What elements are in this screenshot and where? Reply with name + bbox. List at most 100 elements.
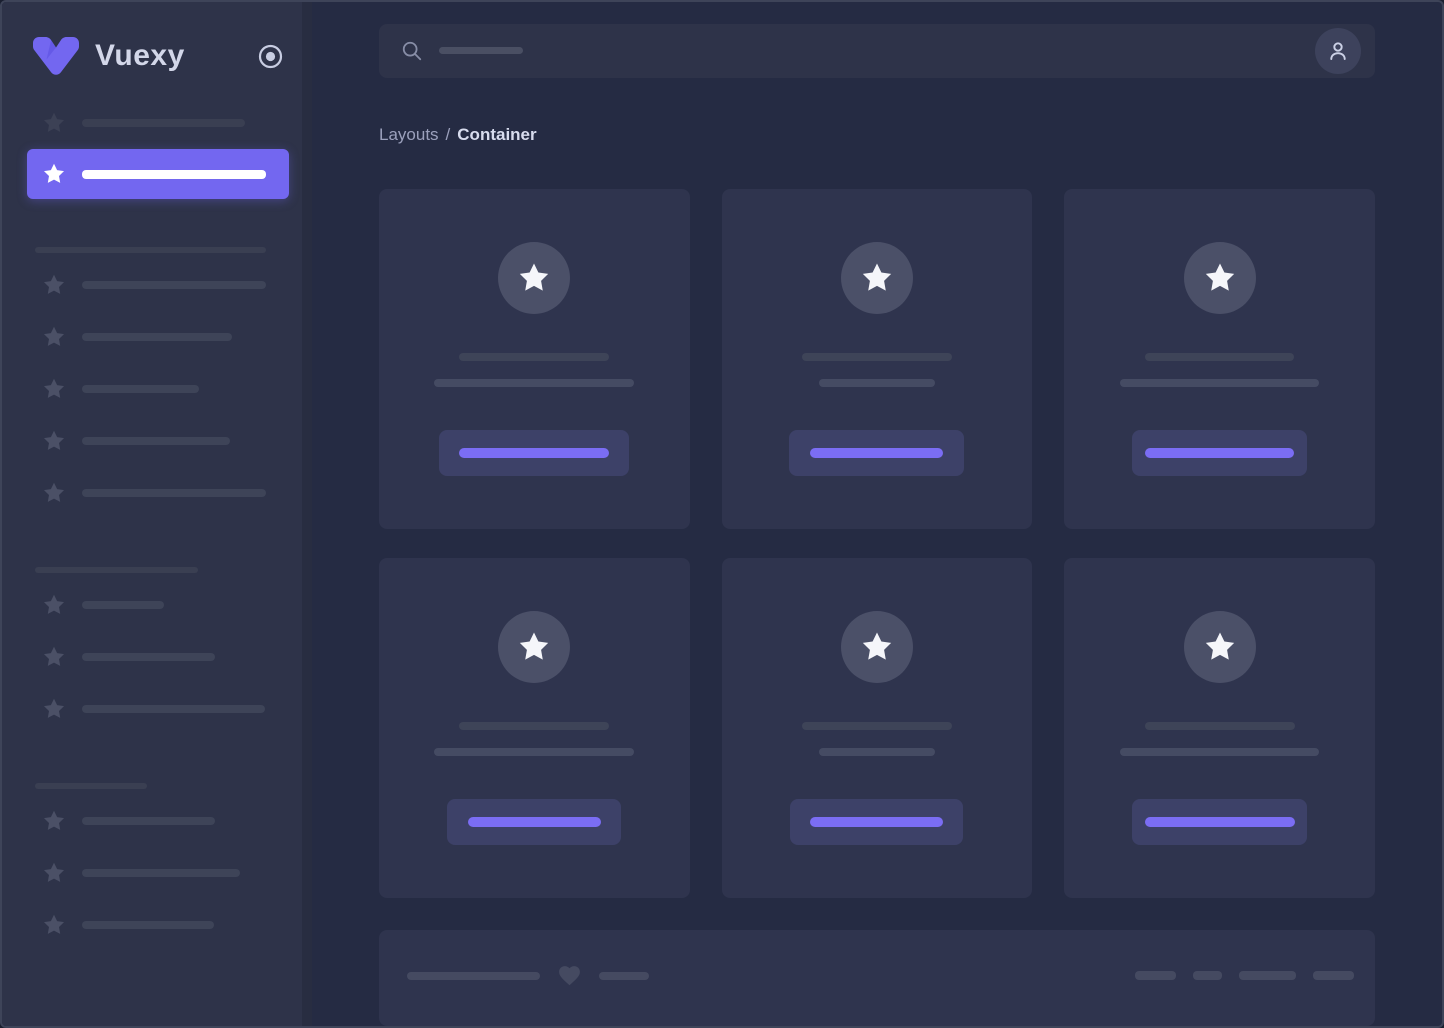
search-bar[interactable] [379,24,1375,78]
star-icon [42,809,66,833]
sidebar-item-active[interactable] [27,149,289,199]
breadcrumb-section[interactable]: Layouts [379,125,439,144]
card-text-placeholder [1120,378,1320,387]
star-icon [42,913,66,937]
breadcrumb: Layouts / Container [379,123,1375,147]
card-text-placeholder [434,747,635,756]
star-icon [1205,263,1234,291]
card-grid [379,188,1375,898]
star-icon [42,377,66,401]
sidebar-item[interactable] [2,363,312,415]
button-label-placeholder [810,447,944,458]
card-title-placeholder [801,721,952,730]
button-label-placeholder [810,816,944,827]
card-badge [1183,610,1256,683]
placeholder-card [379,557,690,898]
sidebar-item[interactable] [2,97,312,149]
sidebar-scroll-gutter[interactable] [302,2,312,1026]
card-button-placeholder[interactable] [1132,798,1308,845]
nav-section-label-placeholder [35,783,147,789]
star-icon [520,263,549,291]
card-badge [840,241,913,314]
button-label-placeholder [1145,447,1295,458]
star-icon [42,697,66,721]
star-icon [42,593,66,617]
card-title-placeholder [801,352,952,361]
card-button-placeholder[interactable] [790,798,964,845]
card-badge [840,610,913,683]
search-icon [401,40,423,62]
star-icon [862,263,892,291]
search-placeholder-bar [439,47,523,55]
sidebar-item[interactable] [2,795,312,847]
placeholder-card [1064,188,1375,529]
star-icon [1205,632,1234,660]
star-icon [862,632,892,660]
nav-label-placeholder [82,333,232,341]
card-button-placeholder[interactable] [439,429,630,476]
card-text-placeholder [818,378,935,387]
card-text-placeholder [434,378,635,387]
star-icon [42,273,66,297]
nav-label-placeholder [82,385,199,393]
sidebar-item[interactable] [2,579,312,631]
sidebar-header: Vuexy [2,32,312,80]
sidebar-item[interactable] [2,467,312,519]
star-icon [42,645,66,669]
card-badge [498,241,571,314]
main-content: Layouts / Container [312,2,1442,1026]
nav-label-placeholder [82,817,215,825]
star-icon [42,111,66,135]
footer-link-placeholder [1313,971,1354,981]
sidebar-item[interactable] [2,631,312,683]
nav-label-placeholder [82,437,230,445]
star-icon [42,429,66,453]
nav-section-label-placeholder [35,567,198,573]
star-icon [42,162,66,186]
card-title-placeholder [1145,352,1295,361]
sidebar-item[interactable] [2,259,312,311]
card-button-placeholder[interactable] [447,798,622,845]
star-icon [42,481,66,505]
card-title-placeholder [459,352,610,361]
footer-link-placeholder [1135,971,1176,981]
button-label-placeholder [459,447,610,458]
footer-card [379,929,1375,1026]
card-badge [1183,241,1256,314]
nav-label-placeholder [82,921,214,929]
placeholder-card [721,188,1033,529]
user-avatar-button[interactable] [1315,27,1361,74]
card-badge [498,610,571,683]
heart-icon [557,963,582,988]
nav-label-placeholder [82,489,266,497]
footer-text-placeholder [407,971,540,980]
placeholder-card [721,557,1033,898]
vuexy-logo-icon [30,36,82,76]
brand-name: Vuexy [95,39,185,72]
card-button-placeholder[interactable] [1132,429,1308,476]
button-label-placeholder [1144,816,1295,827]
sidebar-item[interactable] [2,415,312,467]
star-icon [42,861,66,885]
nav-label-placeholder [82,119,245,127]
card-text-placeholder [1120,747,1320,756]
star-icon [520,632,549,660]
card-title-placeholder [1144,721,1295,730]
breadcrumb-separator: / [445,124,451,144]
sidebar-pin-toggle-icon[interactable] [257,43,284,70]
card-text-placeholder [818,747,935,756]
nav-label-placeholder [82,281,266,289]
nav-label-placeholder [82,169,266,179]
card-title-placeholder [459,721,610,730]
footer-left-group [407,963,649,989]
sidebar-item[interactable] [2,683,312,735]
card-button-placeholder[interactable] [789,429,965,476]
sidebar: Vuexy [2,2,312,1026]
sidebar-item[interactable] [2,899,312,951]
sidebar-nav [2,97,312,951]
sidebar-item[interactable] [2,847,312,899]
star-icon [42,325,66,349]
brand-logo: Vuexy [30,36,185,76]
nav-label-placeholder [82,869,240,877]
sidebar-item[interactable] [2,311,312,363]
